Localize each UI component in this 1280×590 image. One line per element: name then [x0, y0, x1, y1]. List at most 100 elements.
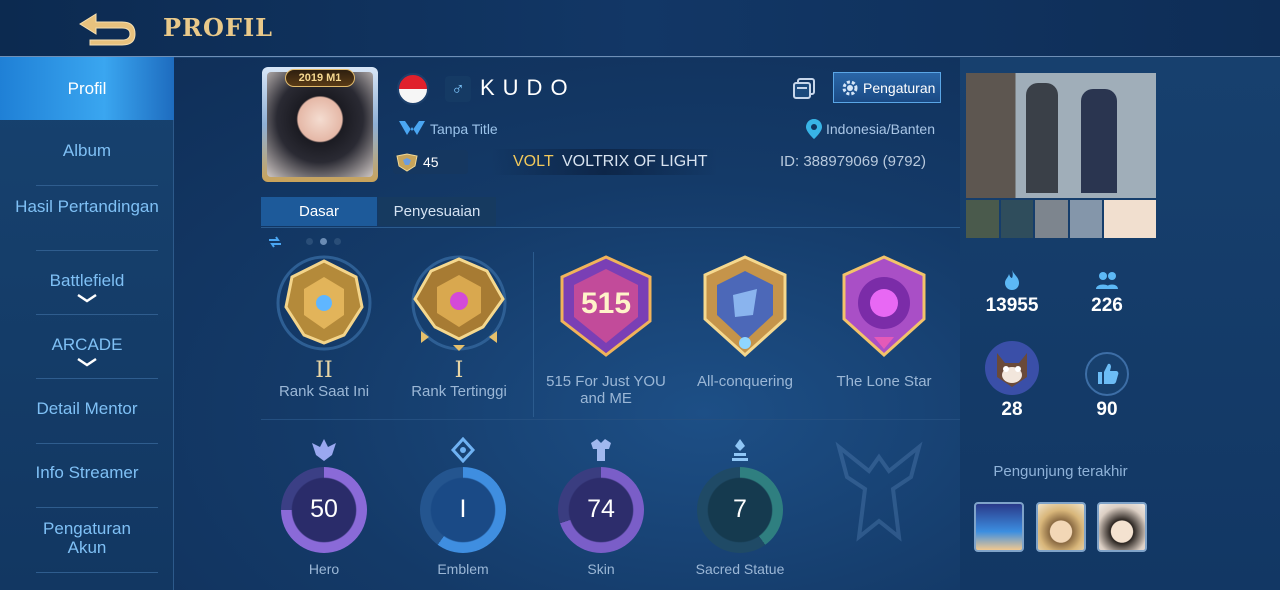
- sacred-statue-stat[interactable]: 7 Sacred Statue: [690, 437, 790, 577]
- sidebar-item-arcade[interactable]: ARCADE: [0, 335, 174, 367]
- rank-highest-medal[interactable]: I Rank Tertinggi: [389, 255, 529, 400]
- page-dot: [306, 238, 313, 245]
- skin-stat[interactable]: 74 Skin: [551, 437, 651, 577]
- recent-visitors-label: Pengunjung terakhir: [993, 463, 1128, 480]
- chevron-down-icon: [77, 357, 97, 367]
- divider: [36, 185, 158, 186]
- sidebar-item-hasil-pertandingan[interactable]: Hasil Pertandingan: [0, 197, 174, 216]
- frame-year-badge: 2019 M1: [285, 69, 355, 87]
- visitor-avatar[interactable]: [1036, 502, 1086, 552]
- tab-dasar[interactable]: Dasar: [261, 197, 377, 226]
- top-bar: PROFIL: [0, 0, 1280, 57]
- sidebar-item-label: Info Streamer: [35, 463, 139, 482]
- divider: [36, 572, 158, 573]
- rank-highest-tier: I: [454, 358, 464, 383]
- settings-label: Pengaturan: [863, 80, 936, 96]
- divider: [533, 252, 534, 417]
- likes-stat[interactable]: 90: [1067, 351, 1147, 421]
- skin-ring: 74: [558, 467, 644, 553]
- back-arrow-icon[interactable]: [74, 8, 138, 48]
- sacred-statue-count: 7: [733, 495, 747, 523]
- page-title: PROFIL: [163, 13, 274, 42]
- cards-icon[interactable]: [792, 77, 816, 101]
- divider: [36, 378, 158, 379]
- emblem-ring: I: [420, 467, 506, 553]
- swap-icon[interactable]: [268, 236, 282, 248]
- sidebar-item-info-streamer[interactable]: Info Streamer: [0, 463, 174, 482]
- sidebar: Profil Album Hasil Pertandingan Battlefi…: [0, 57, 174, 590]
- album-thumbnail[interactable]: [1000, 200, 1033, 238]
- skin-label: Skin: [587, 561, 615, 577]
- lone-star-label: The Lone Star: [836, 373, 932, 390]
- gear-icon: [842, 80, 858, 96]
- rank-current-icon: [276, 255, 372, 351]
- right-panel: 13955 226 28 90 Pengunjung terakhir: [960, 57, 1280, 590]
- sacred-statue-ring: 7: [697, 467, 783, 553]
- sidebar-item-label: Detail Mentor: [36, 399, 138, 418]
- skin-icon: [591, 439, 611, 461]
- hero-stat[interactable]: 50 Hero: [274, 437, 374, 577]
- visitor-avatar[interactable]: [1097, 502, 1147, 552]
- achievement-515-icon: 515: [560, 255, 652, 357]
- sidebar-item-detail-mentor[interactable]: Detail Mentor: [0, 399, 174, 418]
- player-id-value: 388979069 (9792): [803, 153, 926, 170]
- album-thumbnail[interactable]: [1104, 200, 1156, 238]
- rank-current-label: Rank Saat Ini: [278, 383, 370, 400]
- rank-current-medal[interactable]: II Rank Saat Ini: [254, 255, 394, 400]
- hero-label: Hero: [308, 561, 340, 577]
- sidebar-item-label: Hasil Pertandingan: [15, 197, 159, 216]
- photo-person: [1081, 89, 1117, 193]
- hero-ring: 50: [281, 467, 367, 553]
- pet-stat[interactable]: 28: [972, 339, 1052, 421]
- fire-icon: [1005, 270, 1019, 290]
- player-title: Tanpa Title: [430, 121, 498, 137]
- location-pin-icon: [806, 119, 822, 139]
- page-dot: [334, 238, 341, 245]
- skin-count: 74: [587, 495, 615, 523]
- hero-icon: [312, 439, 336, 461]
- all-conquering-icon: [703, 255, 787, 358]
- photo-person: [1026, 83, 1058, 193]
- page-dot: [320, 238, 327, 245]
- achievement-515-art-text: 515: [581, 287, 631, 320]
- squad-name: VOLTRIX OF LIGHT: [562, 153, 708, 170]
- friends-stat[interactable]: 226: [1067, 269, 1147, 317]
- avatar-image: [267, 72, 373, 177]
- squad-tag: VOLT: [513, 153, 554, 170]
- sidebar-item-battlefield[interactable]: Battlefield: [0, 271, 174, 303]
- album-thumbnail[interactable]: [1035, 200, 1068, 238]
- sidebar-item-pengaturan-akun[interactable]: Pengaturan Akun: [0, 519, 174, 557]
- squad-banner[interactable]: VOLT VOLTRIX OF LIGHT: [491, 149, 717, 175]
- sidebar-item-label: Album: [62, 141, 112, 160]
- all-conquering-medal[interactable]: All-conquering: [675, 255, 815, 390]
- tab-label: Dasar: [298, 203, 339, 220]
- visitor-avatar[interactable]: [974, 502, 1024, 552]
- emblem-stat[interactable]: I Emblem: [413, 437, 513, 577]
- lone-star-medal[interactable]: The Lone Star: [814, 255, 954, 390]
- achievement-515-medal[interactable]: 515 515 For Just YOU and ME: [536, 255, 676, 407]
- sacred-statue-label: Sacred Statue: [695, 561, 785, 577]
- divider: [36, 443, 158, 444]
- pet-value: 28: [1001, 399, 1023, 420]
- player-id: ID: 388979069 (9792): [780, 153, 926, 170]
- chevron-down-icon: [77, 293, 97, 303]
- sidebar-item-label: Pengaturan Akun: [43, 519, 131, 557]
- settings-button[interactable]: Pengaturan: [833, 72, 941, 103]
- divider: [36, 314, 158, 315]
- rank-current-tier: II: [315, 358, 333, 383]
- sidebar-item-label: ARCADE: [51, 335, 123, 354]
- player-id-label: ID:: [780, 153, 800, 170]
- album-thumbnail[interactable]: [966, 200, 999, 238]
- sidebar-item-album[interactable]: Album: [0, 141, 174, 160]
- tab-penyesuaian[interactable]: Penyesuaian: [378, 197, 496, 226]
- level-badge: 45: [393, 150, 468, 174]
- divider: [261, 419, 961, 420]
- album-thumbnails: [966, 200, 1156, 238]
- divider: [36, 507, 158, 508]
- indonesia-flag-icon: [397, 73, 429, 105]
- album-thumbnail[interactable]: [1069, 200, 1102, 238]
- divider: [261, 227, 961, 228]
- album-cover-photo[interactable]: [966, 73, 1156, 198]
- title-badge-icon: [399, 121, 425, 135]
- sidebar-item-profil[interactable]: Profil: [0, 57, 174, 120]
